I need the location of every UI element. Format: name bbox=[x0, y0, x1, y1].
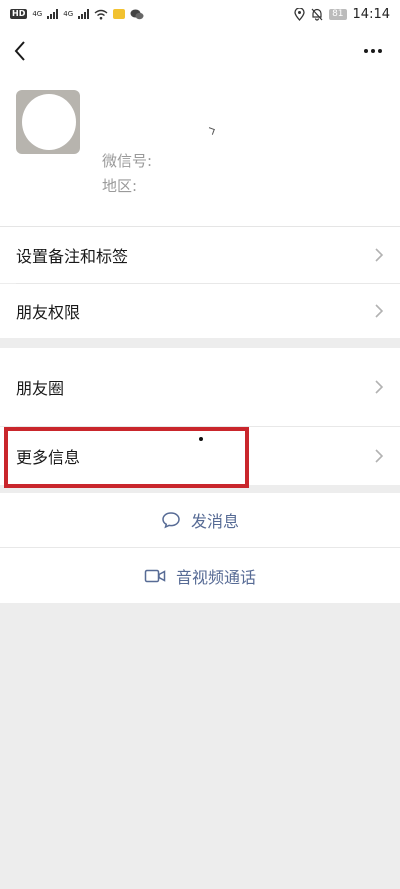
send-message-label: 发消息 bbox=[190, 512, 239, 531]
menu-more-info[interactable]: 更多信息 bbox=[0, 427, 400, 485]
mute-bell-icon bbox=[311, 8, 323, 21]
menu-friend-permissions-label: 朋友权限 bbox=[16, 303, 81, 322]
video-call-button[interactable]: 音视频通话 bbox=[0, 548, 400, 603]
status-time: 14:14 bbox=[352, 6, 390, 22]
wechat-id-row: 微信号: bbox=[102, 150, 152, 171]
send-message-button[interactable]: 发消息 bbox=[0, 493, 400, 547]
chat-bubble-icon bbox=[162, 512, 180, 529]
signal-icon-2 bbox=[78, 9, 90, 19]
location-icon bbox=[294, 7, 305, 21]
battery-icon: 81 bbox=[329, 8, 347, 20]
video-camera-icon bbox=[144, 569, 166, 582]
notification-app-icon bbox=[113, 9, 126, 19]
nav-bar bbox=[0, 28, 400, 74]
network-type-1: 4G bbox=[32, 10, 43, 18]
network-type-2: 4G bbox=[63, 10, 74, 18]
back-icon[interactable] bbox=[10, 38, 32, 64]
menu-moments-label: 朋友圈 bbox=[16, 379, 65, 398]
signal-icon bbox=[47, 9, 59, 19]
status-right: 81 14:14 bbox=[294, 7, 390, 22]
wechat-notification-icon bbox=[130, 9, 144, 19]
chevron-right-icon bbox=[375, 380, 384, 394]
avatar[interactable] bbox=[16, 90, 80, 154]
status-bar: HD 4G 4G 81 14:14 bbox=[0, 0, 400, 28]
hd-indicator: HD bbox=[10, 9, 28, 19]
menu-more-info-label: 更多信息 bbox=[16, 448, 81, 467]
chevron-right-icon bbox=[375, 248, 384, 262]
region-label: 地区: bbox=[102, 177, 138, 195]
menu-remark-tags[interactable]: 设置备注和标签 bbox=[0, 227, 400, 283]
status-left: HD 4G 4G bbox=[10, 9, 144, 20]
menu-friend-permissions[interactable]: 朋友权限 bbox=[0, 284, 400, 338]
wechat-id-label: 微信号: bbox=[102, 152, 153, 170]
profile-card: 微信号: 地区: bbox=[0, 74, 400, 226]
chevron-right-icon bbox=[375, 449, 384, 463]
chevron-right-icon bbox=[375, 304, 384, 318]
video-call-label: 音视频通话 bbox=[175, 567, 256, 587]
wifi-icon bbox=[94, 9, 108, 19]
avatar-image bbox=[22, 94, 76, 150]
cursor-dot bbox=[199, 437, 203, 441]
menu-remark-tags-label: 设置备注和标签 bbox=[16, 247, 129, 266]
more-dots-icon[interactable] bbox=[362, 40, 384, 62]
menu-moments[interactable]: 朋友圈 bbox=[0, 348, 400, 426]
region-row: 地区: bbox=[102, 175, 137, 196]
